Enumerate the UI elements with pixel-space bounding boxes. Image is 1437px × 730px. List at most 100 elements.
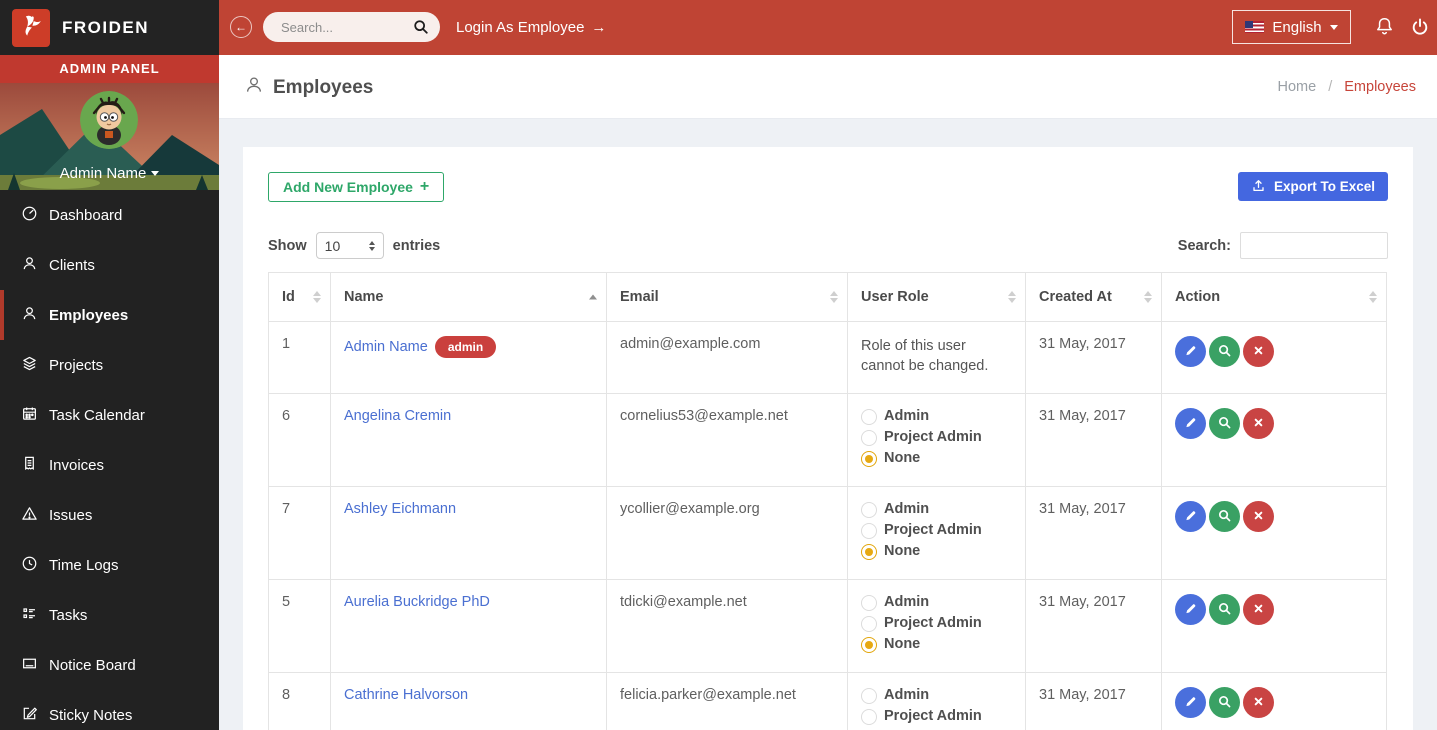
column-header-created-at[interactable]: Created At xyxy=(1026,273,1162,322)
view-button[interactable] xyxy=(1209,501,1240,532)
logout-button[interactable] xyxy=(1410,17,1430,42)
column-header-user-role[interactable]: User Role xyxy=(848,273,1026,322)
admin-badge: admin xyxy=(435,336,496,358)
pencil-icon xyxy=(1183,601,1198,619)
radio-icon xyxy=(861,616,877,632)
plus-icon: + xyxy=(420,178,429,196)
breadcrumb-home[interactable]: Home xyxy=(1277,79,1316,95)
sidebar: ADMIN PANEL xyxy=(0,55,219,730)
arrow-right-icon: → xyxy=(591,19,606,36)
collapse-sidebar-button[interactable]: ← xyxy=(230,16,252,38)
view-button[interactable] xyxy=(1209,336,1240,367)
role-radio-none[interactable]: None xyxy=(861,636,1012,653)
column-header-id[interactable]: Id xyxy=(269,273,331,322)
sidebar-item-invoices[interactable]: Invoices xyxy=(0,440,219,490)
cell-role: Admin Project Admin None xyxy=(848,580,1026,673)
avatar[interactable] xyxy=(80,91,138,149)
role-radio-none[interactable]: None xyxy=(861,543,1012,560)
cell-role: Admin Project Admin None xyxy=(848,394,1026,487)
employee-name-link[interactable]: Angelina Cremin xyxy=(344,408,451,424)
edit-button[interactable] xyxy=(1175,594,1206,625)
table-search-input[interactable] xyxy=(1240,232,1388,259)
sidebar-item-clients[interactable]: Clients xyxy=(0,240,219,290)
edit-button[interactable] xyxy=(1175,336,1206,367)
show-label: Show xyxy=(268,238,307,254)
table-row: 7 Ashley Eichmann ycollier@example.org A… xyxy=(269,487,1387,580)
cell-actions xyxy=(1162,487,1387,580)
cell-role: Admin Project Admin None xyxy=(848,487,1026,580)
edit-button[interactable] xyxy=(1175,501,1206,532)
employee-name-link[interactable]: Admin Name xyxy=(344,339,428,355)
sidebar-item-issues[interactable]: Issues xyxy=(0,490,219,540)
role-radio-admin[interactable]: Admin xyxy=(861,408,1012,425)
sidebar-item-tasks[interactable]: Tasks xyxy=(0,590,219,640)
delete-button[interactable] xyxy=(1243,594,1274,625)
add-new-employee-button[interactable]: Add New Employee + xyxy=(268,172,444,202)
employee-name-link[interactable]: Ashley Eichmann xyxy=(344,501,456,517)
cell-created: 31 May, 2017 xyxy=(1026,580,1162,673)
sidebar-item-task-calendar[interactable]: Task Calendar xyxy=(0,390,219,440)
column-header-action[interactable]: Action xyxy=(1162,273,1387,322)
export-to-excel-button[interactable]: Export To Excel xyxy=(1238,172,1388,201)
notifications-button[interactable] xyxy=(1374,16,1395,42)
delete-button[interactable] xyxy=(1243,408,1274,439)
table-row: 8 Cathrine Halvorson felicia.parker@exam… xyxy=(269,673,1387,730)
entries-select[interactable]: 10 xyxy=(316,232,384,259)
sidebar-item-notice-board[interactable]: Notice Board xyxy=(0,640,219,690)
cell-id: 6 xyxy=(269,394,331,487)
dashboard-icon xyxy=(21,205,38,226)
sidebar-item-projects[interactable]: Projects xyxy=(0,340,219,390)
role-radio-admin[interactable]: Admin xyxy=(861,594,1012,611)
logo-block[interactable]: FROIDEN xyxy=(0,0,219,55)
warning-icon xyxy=(21,505,38,526)
edit-button[interactable] xyxy=(1175,687,1206,718)
role-radio-project-admin[interactable]: Project Admin xyxy=(861,429,1012,446)
column-header-name[interactable]: Name xyxy=(331,273,607,322)
sidebar-item-sticky-notes[interactable]: Sticky Notes xyxy=(0,690,219,730)
person-icon xyxy=(21,305,38,326)
search-icon[interactable] xyxy=(413,19,429,40)
sidebar-item-time-logs[interactable]: Time Logs xyxy=(0,540,219,590)
brand-name: FROIDEN xyxy=(62,18,149,38)
delete-button[interactable] xyxy=(1243,501,1274,532)
role-radio-admin[interactable]: Admin xyxy=(861,687,1012,704)
cell-name: Ashley Eichmann xyxy=(331,487,607,580)
radio-checked-icon xyxy=(861,544,877,560)
user-menu[interactable]: Admin Name xyxy=(0,165,219,182)
view-button[interactable] xyxy=(1209,408,1240,439)
radio-icon xyxy=(861,523,877,539)
delete-button[interactable] xyxy=(1243,687,1274,718)
login-as-employee-button[interactable]: Login As Employee → xyxy=(456,0,606,55)
entries-value: 10 xyxy=(325,238,341,254)
role-radio-project-admin[interactable]: Project Admin xyxy=(861,708,1012,725)
power-icon xyxy=(1410,24,1430,41)
view-button[interactable] xyxy=(1209,687,1240,718)
pencil-icon xyxy=(1183,508,1198,526)
close-icon xyxy=(1252,509,1265,525)
radio-icon xyxy=(861,409,877,425)
employee-name-link[interactable]: Aurelia Buckridge PhD xyxy=(344,594,490,610)
role-radio-project-admin[interactable]: Project Admin xyxy=(861,615,1012,632)
cell-actions xyxy=(1162,580,1387,673)
edit-button[interactable] xyxy=(1175,408,1206,439)
role-radio-admin[interactable]: Admin xyxy=(861,501,1012,518)
view-button[interactable] xyxy=(1209,594,1240,625)
sort-icon xyxy=(1369,291,1377,303)
sidebar-item-employees[interactable]: Employees xyxy=(0,290,219,340)
radio-icon xyxy=(861,709,877,725)
back-arrow-icon: ← xyxy=(235,20,247,34)
role-radio-project-admin[interactable]: Project Admin xyxy=(861,522,1012,539)
sidebar-item-dashboard[interactable]: Dashboard xyxy=(0,190,219,240)
cell-email: cornelius53@example.net xyxy=(607,394,848,487)
role-radio-none[interactable]: None xyxy=(861,450,1012,467)
sort-icon xyxy=(1144,291,1152,303)
invoice-icon xyxy=(21,455,38,476)
language-selector[interactable]: English xyxy=(1232,10,1351,44)
chevron-down-icon xyxy=(151,171,159,176)
column-header-email[interactable]: Email xyxy=(607,273,848,322)
close-icon xyxy=(1252,344,1265,360)
employee-name-link[interactable]: Cathrine Halvorson xyxy=(344,687,468,703)
delete-button[interactable] xyxy=(1243,336,1274,367)
profile-section: Admin Name xyxy=(0,83,219,190)
bird-icon xyxy=(18,12,45,44)
